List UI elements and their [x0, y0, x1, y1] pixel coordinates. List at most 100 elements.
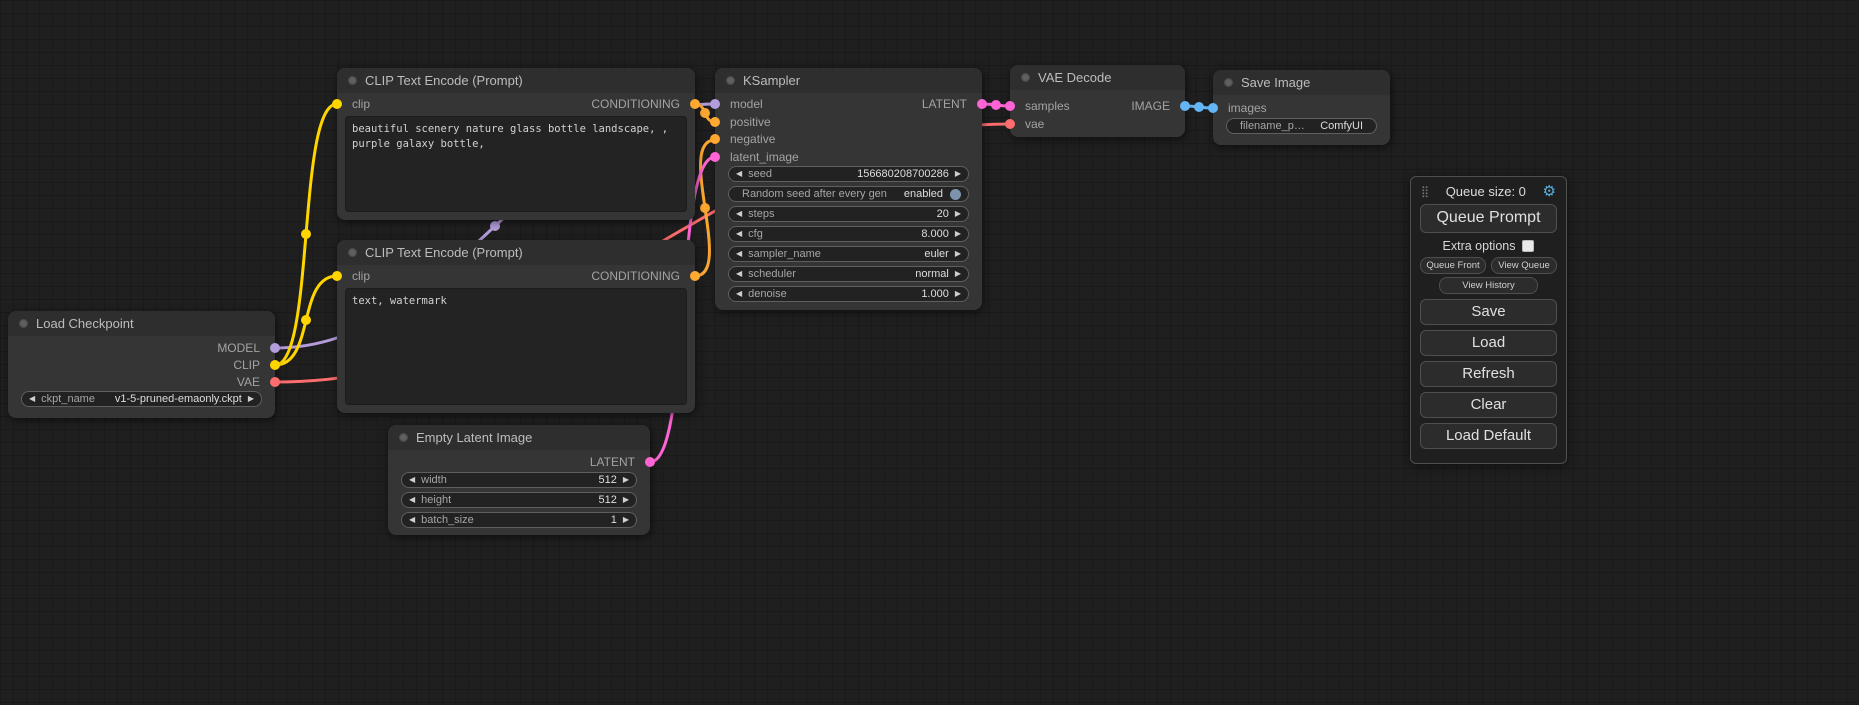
collapse-dot-icon[interactable]: [399, 433, 408, 442]
increment-arrow-icon[interactable]: ▶: [955, 210, 961, 218]
widget-value: 156680208700286: [857, 168, 949, 180]
node-clip-text-encode-positive[interactable]: CLIP Text Encode (Prompt) clip CONDITION…: [337, 68, 695, 220]
output-port-clip[interactable]: [270, 360, 280, 370]
drag-handle-icon[interactable]: ⣿: [1421, 185, 1429, 198]
decrement-arrow-icon[interactable]: ◀: [736, 170, 742, 178]
widget-label: steps: [748, 208, 924, 220]
queue-small-buttons-row: Queue Front View Queue: [1420, 257, 1557, 274]
node-title: CLIP Text Encode (Prompt): [365, 245, 523, 260]
widget-seed[interactable]: ◀ seed 156680208700286 ▶: [728, 166, 969, 182]
input-port-negative[interactable]: [710, 134, 720, 144]
node-title-bar[interactable]: CLIP Text Encode (Prompt): [337, 68, 695, 93]
widget-denoise[interactable]: ◀ denoise 1.000 ▶: [728, 286, 969, 302]
queue-front-button[interactable]: Queue Front: [1420, 257, 1486, 274]
node-title: Empty Latent Image: [416, 430, 532, 445]
node-save-image[interactable]: Save Image images filename_prefix ComfyU…: [1213, 70, 1390, 145]
node-title-bar[interactable]: VAE Decode: [1010, 65, 1185, 90]
increment-arrow-icon[interactable]: ▶: [623, 476, 629, 484]
view-queue-button[interactable]: View Queue: [1491, 257, 1557, 274]
load-button[interactable]: Load: [1420, 330, 1557, 356]
view-history-button[interactable]: View History: [1439, 277, 1538, 294]
input-port-samples[interactable]: [1005, 101, 1015, 111]
settings-gear-icon[interactable]: ⚙: [1543, 184, 1556, 199]
node-ksampler[interactable]: KSampler model positive negative latent_…: [715, 68, 982, 310]
collapse-dot-icon[interactable]: [1021, 73, 1030, 82]
widget-sampler-name[interactable]: ◀ sampler_name euler ▶: [728, 246, 969, 262]
input-port-latent-image[interactable]: [710, 152, 720, 162]
widget-ckpt-name[interactable]: ◀ ckpt_name v1-5-pruned-emaonly.ckpt ▶: [21, 391, 262, 407]
load-default-button[interactable]: Load Default: [1420, 423, 1557, 449]
decrement-arrow-icon[interactable]: ◀: [29, 395, 35, 403]
collapse-dot-icon[interactable]: [726, 76, 735, 85]
output-port-vae[interactable]: [270, 377, 280, 387]
increment-arrow-icon[interactable]: ▶: [955, 290, 961, 298]
decrement-arrow-icon[interactable]: ◀: [736, 290, 742, 298]
input-port-positive[interactable]: [710, 117, 720, 127]
decrement-arrow-icon[interactable]: ◀: [736, 270, 742, 278]
increment-arrow-icon[interactable]: ▶: [955, 250, 961, 258]
widget-batch-size[interactable]: ◀ batch_size 1 ▶: [401, 512, 637, 528]
save-button[interactable]: Save: [1420, 299, 1557, 325]
widget-value: v1-5-pruned-emaonly.ckpt: [115, 393, 242, 405]
increment-arrow-icon[interactable]: ▶: [955, 230, 961, 238]
widget-value: 1.000: [921, 288, 949, 300]
output-port-latent[interactable]: [645, 457, 655, 467]
node-load-checkpoint[interactable]: Load Checkpoint MODEL CLIP VAE ◀ ckpt_na…: [8, 311, 275, 418]
increment-arrow-icon[interactable]: ▶: [955, 270, 961, 278]
decrement-arrow-icon[interactable]: ◀: [409, 496, 415, 504]
input-port-model[interactable]: [710, 99, 720, 109]
widget-label: ckpt_name: [41, 393, 103, 405]
node-vae-decode[interactable]: VAE Decode samples vae IMAGE: [1010, 65, 1185, 137]
increment-arrow-icon[interactable]: ▶: [248, 395, 254, 403]
input-label-clip: clip: [352, 97, 370, 111]
output-port-conditioning[interactable]: [690, 99, 700, 109]
widget-width[interactable]: ◀ width 512 ▶: [401, 472, 637, 488]
increment-arrow-icon[interactable]: ▶: [955, 170, 961, 178]
node-title-bar[interactable]: Empty Latent Image: [388, 425, 650, 450]
refresh-button[interactable]: Refresh: [1420, 361, 1557, 387]
input-port-clip[interactable]: [332, 99, 342, 109]
node-clip-text-encode-negative[interactable]: CLIP Text Encode (Prompt) clip CONDITION…: [337, 240, 695, 413]
clear-button[interactable]: Clear: [1420, 392, 1557, 418]
input-port-images[interactable]: [1208, 103, 1218, 113]
toggle-knob-icon[interactable]: [950, 189, 961, 200]
node-title-bar[interactable]: KSampler: [715, 68, 982, 93]
input-label-vae: vae: [1025, 117, 1044, 131]
node-title-bar[interactable]: CLIP Text Encode (Prompt): [337, 240, 695, 265]
output-port-image[interactable]: [1180, 101, 1190, 111]
comfyui-canvas[interactable]: Load Checkpoint MODEL CLIP VAE ◀ ckpt_na…: [0, 0, 1859, 705]
widget-value: enabled: [904, 188, 943, 200]
output-port-model[interactable]: [270, 343, 280, 353]
collapse-dot-icon[interactable]: [348, 76, 357, 85]
collapse-dot-icon[interactable]: [1224, 78, 1233, 87]
output-port-latent[interactable]: [977, 99, 987, 109]
decrement-arrow-icon[interactable]: ◀: [736, 250, 742, 258]
input-port-clip[interactable]: [332, 271, 342, 281]
collapse-dot-icon[interactable]: [348, 248, 357, 257]
node-title-bar[interactable]: Load Checkpoint: [8, 311, 275, 336]
decrement-arrow-icon[interactable]: ◀: [409, 516, 415, 524]
node-title-bar[interactable]: Save Image: [1213, 70, 1390, 95]
collapse-dot-icon[interactable]: [19, 319, 28, 328]
widget-random-seed-toggle[interactable]: Random seed after every gen enabled: [728, 186, 969, 202]
decrement-arrow-icon[interactable]: ◀: [736, 210, 742, 218]
widget-height[interactable]: ◀ height 512 ▶: [401, 492, 637, 508]
widget-steps[interactable]: ◀ steps 20 ▶: [728, 206, 969, 222]
decrement-arrow-icon[interactable]: ◀: [736, 230, 742, 238]
increment-arrow-icon[interactable]: ▶: [623, 516, 629, 524]
negative-prompt-textarea[interactable]: text, watermark: [345, 288, 687, 405]
widget-scheduler[interactable]: ◀ scheduler normal ▶: [728, 266, 969, 282]
queue-menu-panel[interactable]: ⣿ Queue size: 0 ⚙ Queue Prompt Extra opt…: [1410, 176, 1567, 464]
queue-prompt-button[interactable]: Queue Prompt: [1420, 204, 1557, 233]
input-port-vae[interactable]: [1005, 119, 1015, 129]
widget-filename-prefix[interactable]: filename_prefix ComfyUI: [1226, 118, 1377, 134]
extra-options-checkbox[interactable]: [1522, 240, 1534, 252]
increment-arrow-icon[interactable]: ▶: [623, 496, 629, 504]
queue-panel-header: ⣿ Queue size: 0 ⚙: [1421, 184, 1556, 199]
output-port-conditioning[interactable]: [690, 271, 700, 281]
decrement-arrow-icon[interactable]: ◀: [409, 476, 415, 484]
widget-cfg[interactable]: ◀ cfg 8.000 ▶: [728, 226, 969, 242]
node-empty-latent-image[interactable]: Empty Latent Image LATENT ◀ width 512 ▶ …: [388, 425, 650, 535]
output-label-latent: LATENT: [590, 455, 635, 469]
positive-prompt-textarea[interactable]: beautiful scenery nature glass bottle la…: [345, 116, 687, 212]
